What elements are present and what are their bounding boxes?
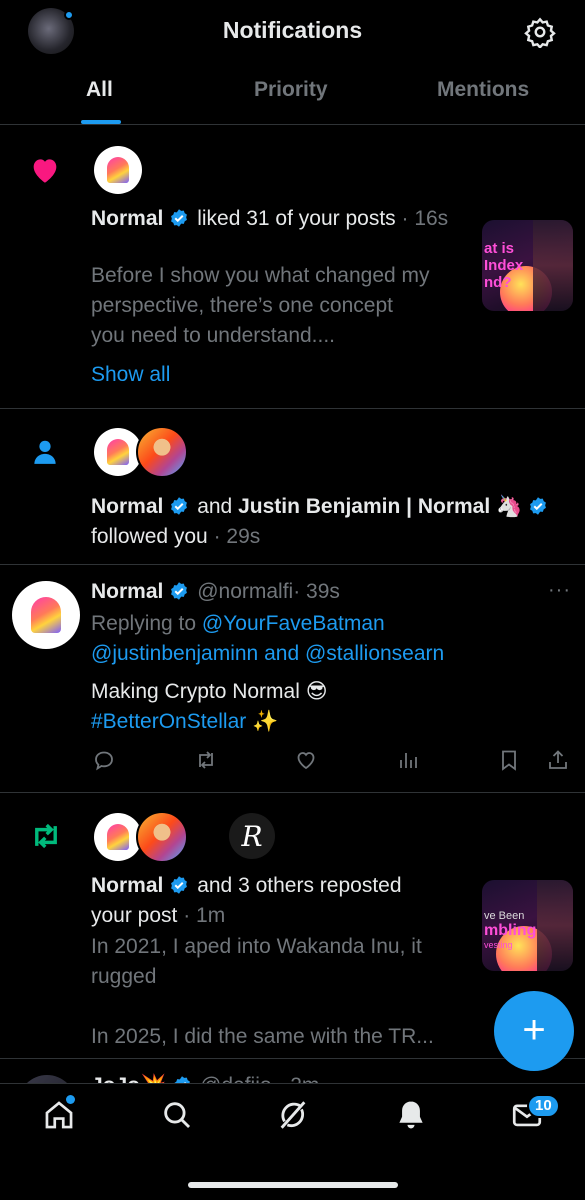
repost-icon[interactable] [193,748,219,774]
hashtag-link[interactable]: #BetterOnStellar ✨ [91,707,561,737]
tweet-text-line: Making Crypto Normal 😎 [91,680,328,703]
mention-link[interactable]: @justinbenjaminn [91,642,258,665]
repost-summary: Normal and 3 others reposted your post ·… [91,871,471,931]
verified-badge-icon [174,1076,191,1083]
share-icon[interactable] [546,748,572,774]
compose-button[interactable]: + [494,991,574,1071]
tweet-header: Normal @normalfi· 39s [91,577,541,607]
thumbnail-text: mbling [484,922,537,939]
home-indicator [188,1182,398,1188]
thumbnail-text: vesting [484,940,513,950]
follow-time: · 29s [213,525,261,548]
post-thumbnail[interactable]: ve Been mbling vesting [482,880,573,971]
verified-badge-icon [171,582,188,600]
repost-post-preview: In 2021, I aped into Wakanda Inu, it rug… [91,932,476,1052]
actor-name-2[interactable]: Justin Benjamin | Normal 🦄 [238,495,522,518]
thumbnail-text: at is Index nd? [484,240,524,291]
jojo-avatar[interactable] [18,1075,76,1083]
preview-line: In 2025, I did the same with the TR... [91,1025,434,1048]
tweet-time: · 2m [277,1074,319,1083]
tab-all[interactable]: All [86,78,113,102]
author-handle[interactable]: @normalfi [197,580,293,603]
plus-icon: + [522,1007,546,1052]
reply-icon[interactable] [92,748,118,774]
preview-line: rugged [91,965,157,988]
justin-avatar[interactable] [136,426,188,478]
mention-connector: and [264,642,300,665]
like-post-preview: Before I show you what changed my perspe… [91,261,471,351]
page-title: Notifications [222,17,363,43]
like-icon[interactable] [294,748,320,774]
normal-avatar[interactable] [94,428,142,476]
tweet-header: JoJo💥 @defijo · 2m [91,1071,511,1083]
normal-avatar[interactable] [94,146,142,194]
author-name[interactable]: JoJo💥 [91,1074,166,1083]
r-avatar-letter: R [241,819,263,853]
normal-avatar[interactable] [12,581,80,649]
actor-name[interactable]: Normal [91,495,163,518]
more-options-icon[interactable]: ··· [548,579,571,602]
thumbnail-figure [537,880,573,971]
verified-badge-icon [171,876,188,894]
views-icon[interactable] [396,748,422,774]
show-all-link[interactable]: Show all [91,360,170,390]
tab-mentions[interactable]: Mentions [437,78,529,102]
follow-connector: and [197,495,233,518]
bell-icon[interactable] [394,1098,428,1132]
normal-avatar[interactable] [94,813,142,861]
bookmark-icon[interactable] [497,748,523,774]
like-notification[interactable]: Normal liked 31 of your posts · 16s Befo… [0,125,585,408]
home-unread-dot [66,1095,75,1104]
like-summary: Normal liked 31 of your posts · 16s [91,204,461,234]
actor-name[interactable]: Normal [91,874,163,897]
search-icon[interactable] [160,1098,194,1132]
actor-name[interactable]: Normal [91,207,163,230]
normal-logo-icon [107,157,129,183]
verified-badge-icon [171,209,188,227]
follow-summary: Normal and Justin Benjamin | Normal 🦄 fo… [91,492,576,552]
replying-to: Replying to @YourFaveBatman @justinbenja… [91,609,561,669]
heart-icon [28,153,62,187]
post-thumbnail[interactable]: at is Index nd? [482,220,573,311]
author-handle[interactable]: @defijo [200,1074,272,1083]
tweet-time: · 39s [293,580,340,603]
justin-avatar[interactable] [136,811,188,863]
settings-gear-icon[interactable] [524,16,556,50]
preview-line: Before I show you what changed my [91,264,430,287]
messages-badge-count: 10 [535,1097,552,1114]
messages-badge: 10 [527,1094,560,1118]
like-action: liked 31 of your posts [197,207,396,230]
thumbnail-text: ve Been [484,910,525,922]
normal-logo-icon [107,439,129,465]
normal-logo-icon [31,597,61,633]
verified-badge-icon [171,497,188,515]
author-name[interactable]: Normal [91,580,163,603]
repost-icon [28,819,64,853]
mention-link[interactable]: @stallionsearn [305,642,444,665]
repost-action: and 3 others reposted [197,874,402,897]
preview-line: perspective, there’s one concept [91,294,393,317]
like-time: · 16s [401,207,449,230]
follow-action: followed you [91,525,208,548]
person-icon [30,437,60,467]
tab-priority[interactable]: Priority [254,78,328,102]
reply-tweet[interactable]: Normal @normalfi· 39s ··· Replying to @Y… [0,565,585,792]
repost-action-2: your post [91,904,178,927]
follow-notification[interactable]: Normal and Justin Benjamin | Normal 🦄 fo… [0,409,585,564]
preview-line: you need to understand.... [91,324,336,347]
repost-time: · 1m [183,904,226,927]
mention-link[interactable]: @YourFaveBatman [202,612,385,635]
grok-icon[interactable] [276,1098,310,1132]
partial-tweet[interactable]: JoJo💥 @defijo · 2m [0,1059,585,1083]
thumbnail-figure [533,220,573,311]
normal-logo-icon [107,824,129,850]
tweet-text: Making Crypto Normal 😎 #BetterOnStellar … [91,677,561,737]
verified-badge-icon [530,497,547,515]
preview-line: In 2021, I aped into Wakanda Inu, it [91,935,422,958]
replying-to-label: Replying to [91,612,197,635]
r-avatar[interactable]: R [229,813,275,859]
